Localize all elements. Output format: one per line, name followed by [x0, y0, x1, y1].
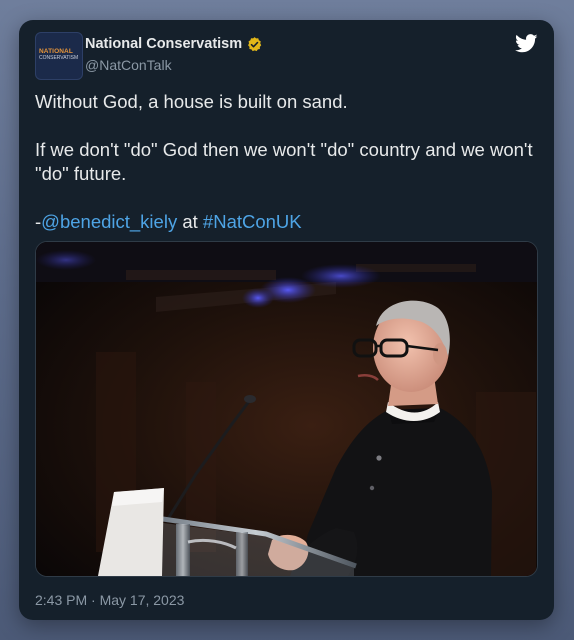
tweet-body: Without God, a house is built on sand. I… [35, 90, 535, 234]
avatar-logo-line2: CONSERVATISM [39, 55, 79, 61]
tweet-photo[interactable] [35, 241, 538, 577]
tweet-text-line-1: Without God, a house is built on sand. [35, 91, 348, 112]
tweet-text-line-3: -@benedict_kiely at #NatConUK [35, 210, 535, 234]
verified-badge-icon [248, 36, 262, 51]
tweet-card: NATIONAL CONSERVATISM National Conservat… [19, 20, 554, 620]
tweet-text-line-2: If we don't "do" God then we won't "do" … [35, 139, 533, 184]
username-handle[interactable]: @NatConTalk [85, 57, 172, 73]
display-name[interactable]: National Conservatism [85, 36, 242, 52]
at-text: at [177, 211, 203, 232]
tweet-timestamp[interactable]: 2:43 PM · May 17, 2023 [35, 592, 184, 608]
avatar[interactable]: NATIONAL CONSERVATISM [35, 32, 83, 80]
mention-link[interactable]: @benedict_kiely [41, 211, 177, 232]
speaker-photo [36, 242, 537, 576]
avatar-logo-line1: NATIONAL [39, 48, 73, 55]
hashtag-link[interactable]: #NatConUK [203, 211, 302, 232]
twitter-bird-icon[interactable] [515, 34, 538, 53]
avatar-logo: NATIONAL CONSERVATISM [39, 48, 81, 61]
author-row: National Conservatism [85, 35, 263, 53]
